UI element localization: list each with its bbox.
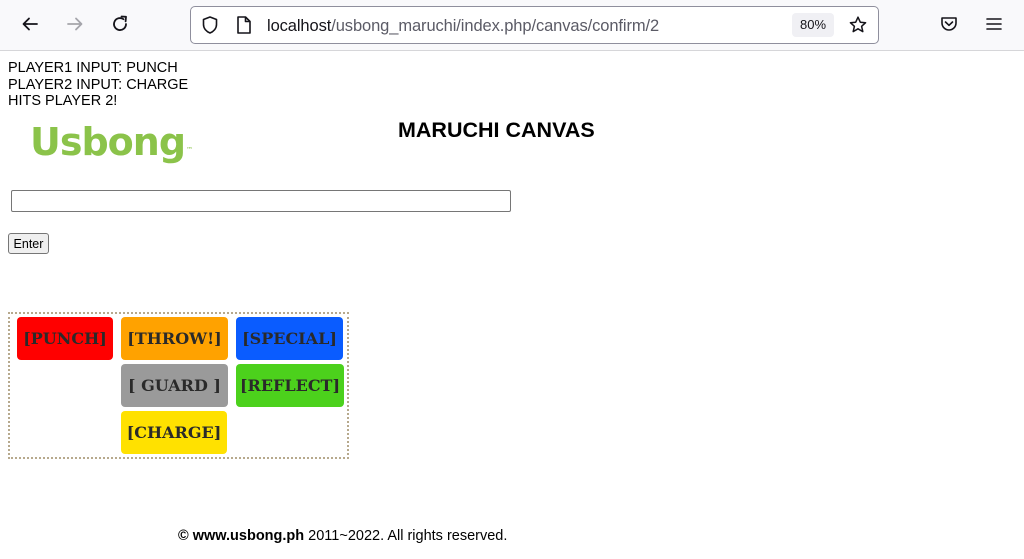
player2-input-text: PLAYER2 INPUT: CHARGE — [8, 76, 189, 93]
reload-button[interactable] — [104, 8, 136, 40]
logo-trademark: ™ — [186, 146, 194, 154]
back-arrow-icon — [22, 17, 38, 31]
footer-copyright: © www.usbong.ph 2011~2022. All rights re… — [178, 528, 507, 545]
page-title: MARUCHI CANVAS — [398, 118, 595, 142]
player1-input-text: PLAYER1 INPUT: PUNCH — [8, 60, 178, 76]
browser-toolbar: localhost/usbong_maruchi/index.php/canva… — [0, 0, 1024, 51]
hit-result-text: HITS PLAYER 2! — [8, 93, 118, 109]
footer-rights-text: 2011~2022. All rights reserved. — [304, 528, 508, 544]
page-icon[interactable] — [235, 15, 253, 35]
throw-button[interactable]: [THROW!] — [121, 317, 228, 360]
charge-button[interactable]: [CHARGE] — [121, 411, 227, 454]
command-input[interactable] — [11, 190, 511, 212]
url-text[interactable]: localhost/usbong_maruchi/index.php/canva… — [267, 16, 659, 36]
url-path: /usbong_maruchi/index.php/canvas/confirm… — [331, 17, 660, 35]
shield-icon[interactable] — [200, 15, 220, 35]
menu-button[interactable] — [978, 8, 1010, 40]
hamburger-menu-icon — [986, 18, 1002, 30]
enter-button[interactable]: Enter — [8, 233, 49, 254]
forward-button[interactable] — [59, 8, 91, 40]
battle-status: PLAYER1 INPUT: PUNCH PLAYER2 INPUT: CHAR… — [8, 60, 188, 110]
url-host: localhost — [267, 17, 332, 35]
reflect-button[interactable]: [REFLECT] — [236, 364, 344, 407]
reload-icon — [113, 15, 127, 31]
command-panel: [PUNCH] [THROW!] [SPECIAL] [ GUARD ] [RE… — [8, 312, 349, 459]
guard-button[interactable]: [ GUARD ] — [121, 364, 228, 407]
forward-arrow-icon — [67, 17, 83, 31]
pocket-button[interactable] — [933, 8, 965, 40]
logo-text: Usbong — [30, 120, 186, 164]
punch-button[interactable]: [PUNCH] — [17, 317, 113, 360]
star-icon[interactable] — [848, 15, 868, 35]
zoom-level-badge[interactable]: 80% — [792, 13, 834, 37]
url-bar[interactable]: localhost/usbong_maruchi/index.php/canva… — [190, 6, 879, 44]
pocket-icon — [941, 17, 957, 31]
back-button[interactable] — [14, 8, 46, 40]
special-button[interactable]: [SPECIAL] — [236, 317, 343, 360]
footer-site-link[interactable]: © www.usbong.ph — [178, 528, 304, 544]
usbong-logo: Usbong ™ — [30, 118, 193, 166]
